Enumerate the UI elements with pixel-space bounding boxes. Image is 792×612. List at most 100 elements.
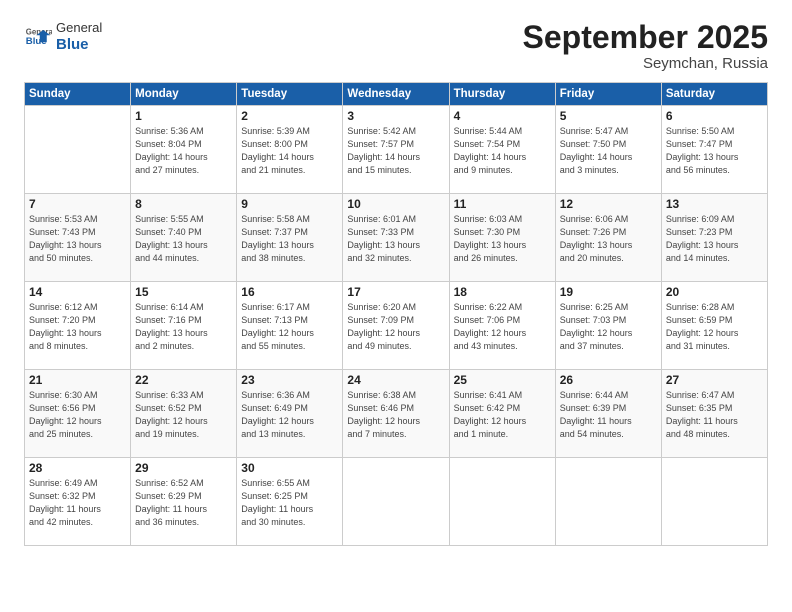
- day-info: Sunrise: 5:42 AM Sunset: 7:57 PM Dayligh…: [347, 125, 444, 177]
- calendar-cell: [661, 458, 767, 546]
- day-header-monday: Monday: [131, 83, 237, 106]
- day-number: 30: [241, 461, 338, 475]
- day-number: 11: [454, 197, 551, 211]
- day-info: Sunrise: 5:36 AM Sunset: 8:04 PM Dayligh…: [135, 125, 232, 177]
- day-info: Sunrise: 6:25 AM Sunset: 7:03 PM Dayligh…: [560, 301, 657, 353]
- day-number: 15: [135, 285, 232, 299]
- day-number: 1: [135, 109, 232, 123]
- day-number: 13: [666, 197, 763, 211]
- day-info: Sunrise: 6:47 AM Sunset: 6:35 PM Dayligh…: [666, 389, 763, 441]
- calendar-cell: 10 Sunrise: 6:01 AM Sunset: 7:33 PM Dayli…: [343, 194, 449, 282]
- day-info: Sunrise: 6:06 AM Sunset: 7:26 PM Dayligh…: [560, 213, 657, 265]
- calendar-cell: 8Sunrise: 5:55 AM Sunset: 7:40 PM Daylig…: [131, 194, 237, 282]
- day-number: 16: [241, 285, 338, 299]
- calendar-cell: 27 Sunrise: 6:47 AM Sunset: 6:35 PM Dayli…: [661, 370, 767, 458]
- day-info: Sunrise: 5:58 AM Sunset: 7:37 PM Dayligh…: [241, 213, 338, 265]
- header-row: SundayMondayTuesdayWednesdayThursdayFrid…: [25, 83, 768, 106]
- calendar-cell: 13 Sunrise: 6:09 AM Sunset: 7:23 PM Dayli…: [661, 194, 767, 282]
- day-info: Sunrise: 6:33 AM Sunset: 6:52 PM Dayligh…: [135, 389, 232, 441]
- calendar-cell: 26 Sunrise: 6:44 AM Sunset: 6:39 PM Dayli…: [555, 370, 661, 458]
- day-info: Sunrise: 6:55 AM Sunset: 6:25 PM Dayligh…: [241, 477, 338, 529]
- day-header-thursday: Thursday: [449, 83, 555, 106]
- day-info: Sunrise: 6:09 AM Sunset: 7:23 PM Dayligh…: [666, 213, 763, 265]
- day-number: 29: [135, 461, 232, 475]
- day-info: Sunrise: 6:17 AM Sunset: 7:13 PM Dayligh…: [241, 301, 338, 353]
- day-info: Sunrise: 6:01 AM Sunset: 7:33 PM Dayligh…: [347, 213, 444, 265]
- day-info: Sunrise: 6:28 AM Sunset: 6:59 PM Dayligh…: [666, 301, 763, 353]
- day-number: 3: [347, 109, 444, 123]
- day-number: 12: [560, 197, 657, 211]
- day-header-friday: Friday: [555, 83, 661, 106]
- calendar-cell: 20 Sunrise: 6:28 AM Sunset: 6:59 PM Dayli…: [661, 282, 767, 370]
- week-row-1: 7Sunrise: 5:53 AM Sunset: 7:43 PM Daylig…: [25, 194, 768, 282]
- day-info: Sunrise: 6:12 AM Sunset: 7:20 PM Dayligh…: [29, 301, 126, 353]
- day-info: Sunrise: 6:41 AM Sunset: 6:42 PM Dayligh…: [454, 389, 551, 441]
- day-header-wednesday: Wednesday: [343, 83, 449, 106]
- week-row-4: 28 Sunrise: 6:49 AM Sunset: 6:32 PM Dayli…: [25, 458, 768, 546]
- month-title: September 2025: [523, 20, 768, 55]
- calendar-cell: 25 Sunrise: 6:41 AM Sunset: 6:42 PM Dayli…: [449, 370, 555, 458]
- page: General Blue General Blue September 2025…: [0, 0, 792, 612]
- day-number: 20: [666, 285, 763, 299]
- calendar-cell: 28 Sunrise: 6:49 AM Sunset: 6:32 PM Dayli…: [25, 458, 131, 546]
- calendar-cell: [555, 458, 661, 546]
- calendar-cell: 1 Sunrise: 5:36 AM Sunset: 8:04 PM Daylig…: [131, 106, 237, 194]
- day-info: Sunrise: 6:52 AM Sunset: 6:29 PM Dayligh…: [135, 477, 232, 529]
- day-number: 26: [560, 373, 657, 387]
- calendar-cell: 5 Sunrise: 5:47 AM Sunset: 7:50 PM Daylig…: [555, 106, 661, 194]
- week-row-3: 21 Sunrise: 6:30 AM Sunset: 6:56 PM Dayli…: [25, 370, 768, 458]
- day-info: Sunrise: 5:50 AM Sunset: 7:47 PM Dayligh…: [666, 125, 763, 177]
- day-number: 27: [666, 373, 763, 387]
- calendar-cell: 22 Sunrise: 6:33 AM Sunset: 6:52 PM Dayli…: [131, 370, 237, 458]
- day-number: 19: [560, 285, 657, 299]
- calendar-cell: 18Sunrise: 6:22 AM Sunset: 7:06 PM Dayli…: [449, 282, 555, 370]
- day-number: 5: [560, 109, 657, 123]
- logo-icon: General Blue: [24, 23, 52, 51]
- day-info: Sunrise: 6:49 AM Sunset: 6:32 PM Dayligh…: [29, 477, 126, 529]
- day-info: Sunrise: 6:44 AM Sunset: 6:39 PM Dayligh…: [560, 389, 657, 441]
- calendar-cell: 12 Sunrise: 6:06 AM Sunset: 7:26 PM Dayli…: [555, 194, 661, 282]
- day-number: 7: [29, 197, 126, 211]
- day-number: 10: [347, 197, 444, 211]
- calendar-cell: 9Sunrise: 5:58 AM Sunset: 7:37 PM Daylig…: [237, 194, 343, 282]
- day-number: 14: [29, 285, 126, 299]
- calendar-cell: 19 Sunrise: 6:25 AM Sunset: 7:03 PM Dayli…: [555, 282, 661, 370]
- calendar-cell: 24 Sunrise: 6:38 AM Sunset: 6:46 PM Dayli…: [343, 370, 449, 458]
- day-number: 22: [135, 373, 232, 387]
- day-number: 21: [29, 373, 126, 387]
- calendar-table: SundayMondayTuesdayWednesdayThursdayFrid…: [24, 82, 768, 546]
- calendar-cell: 11 Sunrise: 6:03 AM Sunset: 7:30 PM Dayli…: [449, 194, 555, 282]
- day-number: 28: [29, 461, 126, 475]
- calendar-cell: 16 Sunrise: 6:17 AM Sunset: 7:13 PM Dayli…: [237, 282, 343, 370]
- day-info: Sunrise: 5:39 AM Sunset: 8:00 PM Dayligh…: [241, 125, 338, 177]
- week-row-2: 14 Sunrise: 6:12 AM Sunset: 7:20 PM Dayli…: [25, 282, 768, 370]
- day-number: 23: [241, 373, 338, 387]
- logo-blue: Blue: [56, 36, 102, 54]
- day-info: Sunrise: 6:30 AM Sunset: 6:56 PM Dayligh…: [29, 389, 126, 441]
- day-header-tuesday: Tuesday: [237, 83, 343, 106]
- day-number: 25: [454, 373, 551, 387]
- day-number: 24: [347, 373, 444, 387]
- day-header-saturday: Saturday: [661, 83, 767, 106]
- day-info: Sunrise: 6:38 AM Sunset: 6:46 PM Dayligh…: [347, 389, 444, 441]
- calendar-cell: 6Sunrise: 5:50 AM Sunset: 7:47 PM Daylig…: [661, 106, 767, 194]
- calendar-cell: 14 Sunrise: 6:12 AM Sunset: 7:20 PM Dayli…: [25, 282, 131, 370]
- logo-general: General: [56, 20, 102, 36]
- calendar-cell: 4Sunrise: 5:44 AM Sunset: 7:54 PM Daylig…: [449, 106, 555, 194]
- day-header-sunday: Sunday: [25, 83, 131, 106]
- day-info: Sunrise: 5:44 AM Sunset: 7:54 PM Dayligh…: [454, 125, 551, 177]
- calendar-cell: [343, 458, 449, 546]
- day-info: Sunrise: 6:03 AM Sunset: 7:30 PM Dayligh…: [454, 213, 551, 265]
- week-row-0: 1 Sunrise: 5:36 AM Sunset: 8:04 PM Daylig…: [25, 106, 768, 194]
- calendar-cell: [449, 458, 555, 546]
- day-number: 8: [135, 197, 232, 211]
- calendar-cell: 29 Sunrise: 6:52 AM Sunset: 6:29 PM Dayli…: [131, 458, 237, 546]
- day-info: Sunrise: 5:47 AM Sunset: 7:50 PM Dayligh…: [560, 125, 657, 177]
- calendar-cell: 21 Sunrise: 6:30 AM Sunset: 6:56 PM Dayli…: [25, 370, 131, 458]
- calendar-cell: 15 Sunrise: 6:14 AM Sunset: 7:16 PM Dayli…: [131, 282, 237, 370]
- calendar-cell: 23Sunrise: 6:36 AM Sunset: 6:49 PM Dayli…: [237, 370, 343, 458]
- header: General Blue General Blue September 2025…: [24, 20, 768, 72]
- day-info: Sunrise: 6:14 AM Sunset: 7:16 PM Dayligh…: [135, 301, 232, 353]
- day-info: Sunrise: 6:20 AM Sunset: 7:09 PM Dayligh…: [347, 301, 444, 353]
- day-number: 2: [241, 109, 338, 123]
